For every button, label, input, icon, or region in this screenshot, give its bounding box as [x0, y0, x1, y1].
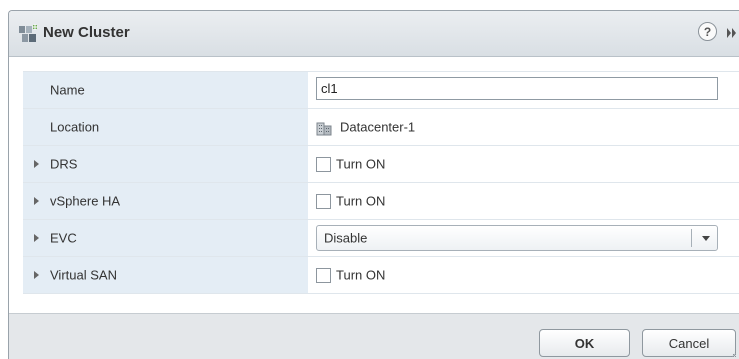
vsphere-ha-row[interactable]: vSphere HA Turn ON — [23, 182, 739, 220]
drs-label: DRS — [50, 156, 78, 172]
chevron-down-icon[interactable] — [702, 236, 710, 241]
name-input[interactable] — [316, 77, 718, 100]
drs-row[interactable]: DRS Turn ON — [23, 145, 739, 183]
drs-checkbox-label[interactable]: Turn ON — [336, 157, 385, 172]
dialog-title: New Cluster — [43, 24, 130, 41]
expand-caret-icon[interactable] — [34, 197, 39, 205]
location-value: Datacenter-1 — [340, 119, 416, 135]
virtual-san-label: Virtual SAN — [50, 267, 117, 283]
name-label: Name — [50, 82, 85, 98]
new-cluster-dialog: New Cluster ? Name Location — [8, 10, 739, 359]
virtual-san-checkbox-label[interactable]: Turn ON — [336, 268, 385, 283]
select-divider — [691, 229, 692, 247]
new-cluster-icon — [19, 24, 38, 42]
expand-caret-icon[interactable] — [34, 271, 39, 279]
vsphere-ha-checkbox-label[interactable]: Turn ON — [336, 194, 385, 209]
expand-caret-icon[interactable] — [34, 160, 39, 168]
dialog-body: Name Location — [9, 57, 739, 322]
virtual-san-checkbox[interactable] — [316, 268, 331, 283]
expand-icon[interactable] — [725, 26, 739, 40]
vsphere-ha-label: vSphere HA — [50, 193, 121, 209]
vsphere-ha-checkbox[interactable] — [316, 194, 331, 209]
expand-caret-icon[interactable] — [34, 234, 39, 242]
drs-checkbox[interactable] — [316, 157, 331, 172]
location-row: Location Datacenter-1 — [23, 108, 739, 146]
datacenter-icon — [316, 122, 332, 136]
name-row: Name — [23, 71, 739, 109]
cluster-settings-table: Name Location — [23, 71, 739, 294]
evc-label: EVC — [50, 230, 77, 246]
resize-grip-icon[interactable] — [729, 350, 737, 358]
help-icon[interactable]: ? — [698, 22, 717, 41]
cancel-button[interactable]: Cancel — [642, 329, 736, 357]
virtual-san-row[interactable]: Virtual SAN Turn ON — [23, 256, 739, 294]
evc-mode-select[interactable]: Disable — [316, 225, 718, 251]
location-label: Location — [50, 119, 100, 135]
evc-selected-value: Disable — [324, 230, 368, 246]
ok-button[interactable]: OK — [539, 329, 630, 357]
evc-row[interactable]: EVC Disable — [23, 219, 739, 257]
dialog-footer: OK Cancel — [9, 313, 739, 359]
dialog-titlebar: New Cluster ? — [9, 11, 739, 57]
